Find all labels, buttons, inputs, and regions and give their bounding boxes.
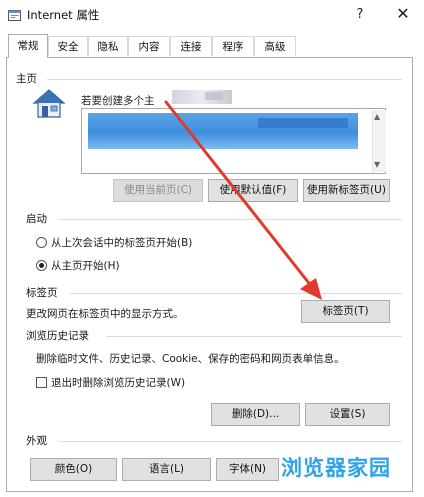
homepage-divider	[47, 79, 402, 80]
internet-options-icon	[8, 10, 21, 21]
tabs-description: 更改网页在标签页中的显示方式。	[26, 308, 184, 320]
use-new-tab-button[interactable]: 使用新标签页(U)	[303, 179, 390, 202]
languages-button[interactable]: 语言(L)	[122, 458, 211, 481]
delete-on-exit-checkbox[interactable]	[36, 377, 47, 388]
tab-general[interactable]: 常规	[8, 34, 48, 58]
startup-divider	[58, 219, 402, 220]
watermark-text: 浏览器家园	[281, 456, 391, 480]
history-settings-button[interactable]: 设置(S)	[305, 403, 390, 426]
fonts-button[interactable]: 字体(N)	[216, 458, 279, 481]
startup-last-session-radio[interactable]	[36, 237, 47, 248]
appearance-group-label: 外观	[26, 435, 47, 447]
use-current-button[interactable]: 使用当前页(C)	[113, 179, 203, 202]
homepage-hint: 若要创建多个主	[81, 95, 155, 107]
tab-advanced[interactable]: 高级	[254, 36, 296, 56]
startup-home-radio[interactable]	[36, 260, 47, 271]
history-description: 删除临时文件、历史记录、Cookie、保存的密码和网页表单信息。	[36, 353, 345, 365]
tab-privacy[interactable]: 隐私	[88, 36, 128, 56]
tab-programs[interactable]: 程序	[212, 36, 254, 56]
close-button[interactable]: ✕	[391, 3, 415, 25]
blurred-url	[258, 118, 348, 128]
help-button[interactable]: ?	[349, 4, 371, 26]
delete-on-exit-label: 退出时删除浏览历史记录(W)	[51, 377, 186, 389]
tabs-group-label: 标签页	[26, 287, 58, 299]
startup-group-label: 启动	[26, 213, 47, 225]
tabs-divider	[70, 293, 402, 294]
blurred-text	[205, 92, 223, 100]
homepage-group-label: 主页	[16, 73, 37, 85]
appearance-divider	[58, 441, 402, 442]
house-icon	[32, 89, 66, 118]
scroll-up-icon[interactable]: ▲	[374, 112, 380, 121]
scroll-down-icon[interactable]: ▼	[374, 160, 380, 169]
window-title: Internet 属性	[27, 8, 100, 22]
blurred-text	[172, 90, 232, 104]
tab-connections[interactable]: 连接	[170, 36, 212, 56]
delete-history-button[interactable]: 删除(D)...	[211, 403, 300, 426]
startup-last-session-label: 从上次会话中的标签页开始(B)	[51, 237, 193, 249]
history-divider	[106, 336, 402, 337]
startup-home-label: 从主页开始(H)	[51, 260, 120, 272]
colors-button[interactable]: 颜色(O)	[30, 458, 117, 481]
tab-security[interactable]: 安全	[48, 36, 88, 56]
history-group-label: 浏览历史记录	[26, 330, 89, 342]
tab-content[interactable]: 内容	[128, 36, 170, 56]
use-default-button[interactable]: 使用默认值(F)	[208, 179, 298, 202]
tabs-settings-button[interactable]: 标签页(T)	[301, 300, 390, 323]
